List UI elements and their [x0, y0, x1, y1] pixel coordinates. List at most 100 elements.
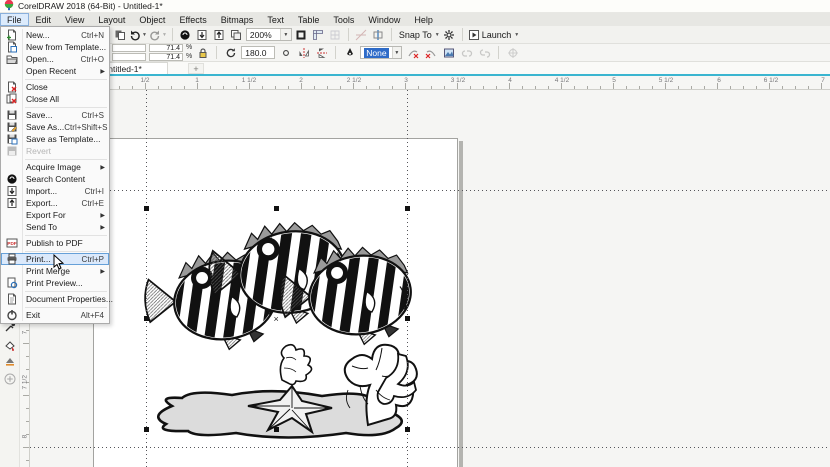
ruler-tick	[600, 86, 601, 89]
ruler-tick	[587, 86, 588, 89]
add-tool-plus[interactable]	[3, 372, 17, 386]
menu-help[interactable]: Help	[407, 13, 440, 26]
scale-x-field[interactable]: 71.4	[149, 44, 183, 52]
search-content-icon[interactable]	[178, 27, 193, 42]
import-icon[interactable]	[195, 27, 210, 42]
selection-handle[interactable]	[274, 426, 279, 432]
menu-text[interactable]: Text	[260, 13, 291, 26]
selection-center-mark[interactable]: ×	[274, 314, 279, 323]
menu-window[interactable]: Window	[361, 13, 407, 26]
menu-bitmaps[interactable]: Bitmaps	[214, 13, 261, 26]
ruler-label: 1/2	[140, 77, 150, 84]
export-icon[interactable]	[212, 27, 227, 42]
chevron-down-icon[interactable]: ▼	[279, 29, 291, 40]
menu-layout[interactable]: Layout	[91, 13, 132, 26]
file-menu-item-new-from-template[interactable]: New from Template...	[1, 41, 109, 53]
rotation-angle-field[interactable]: 180.0	[241, 46, 276, 59]
launch-button[interactable]: Launch ▼	[468, 27, 519, 42]
shortcut: Ctrl+Shift+S	[64, 122, 108, 132]
file-menu-item-print-merge[interactable]: Print Merge ▶	[1, 265, 109, 277]
vertical-guideline[interactable]	[146, 90, 147, 467]
file-menu-item-search-content[interactable]: Search Content	[1, 173, 109, 185]
smart-fill-tool[interactable]	[3, 338, 17, 352]
menu-separator	[25, 78, 107, 80]
file-menu-item-save[interactable]: Save... Ctrl+S	[1, 109, 109, 121]
menu-view[interactable]: View	[58, 13, 91, 26]
file-menu-item-close-all[interactable]: Close All	[1, 93, 109, 105]
menu-effects[interactable]: Effects	[172, 13, 213, 26]
file-menu-item-open-recent[interactable]: Open Recent ▶	[1, 65, 109, 77]
export-for-icon[interactable]	[229, 27, 244, 42]
file-menu-item-acquire-image[interactable]: Acquire Image ▶	[1, 161, 109, 173]
separator	[171, 28, 173, 41]
file-menu-item-print[interactable]: Print... Ctrl+P	[1, 253, 109, 265]
vertical-guideline[interactable]	[407, 90, 408, 467]
file-menu-item-save-as-template[interactable]: Save as Template...	[1, 133, 109, 145]
link-right-button[interactable]	[477, 45, 492, 60]
lock-ratio-icon[interactable]	[195, 45, 210, 60]
selection-handle[interactable]	[143, 205, 149, 211]
ruler-tick	[275, 86, 276, 89]
object-size-fields[interactable]	[112, 44, 146, 61]
degree-icon	[278, 45, 293, 60]
dynamic-guides-icon[interactable]	[354, 27, 369, 42]
menu-edit[interactable]: Edit	[29, 13, 59, 26]
target-button[interactable]	[505, 45, 520, 60]
show-rulers-icon[interactable]	[311, 27, 326, 42]
remove-end-button[interactable]	[423, 45, 438, 60]
link-left-button[interactable]	[459, 45, 474, 60]
menu-tools[interactable]: Tools	[326, 13, 361, 26]
options-gear-icon[interactable]	[442, 27, 457, 42]
ruler-tick	[808, 86, 809, 89]
outline-width-combo[interactable]: None ▼	[360, 46, 403, 59]
zoom-level-combo[interactable]: 200% ▼	[245, 28, 292, 41]
file-menu-item-document-properties[interactable]: Document Properties...	[1, 293, 113, 305]
ruler-tick	[626, 86, 627, 89]
interactive-fill-tool[interactable]	[3, 354, 17, 368]
menu-file[interactable]: File	[0, 13, 29, 26]
selection-handle[interactable]	[143, 316, 149, 321]
remove-start-button[interactable]	[405, 45, 420, 60]
shortcut: Ctrl+E	[81, 198, 104, 208]
file-menu-item-send-to[interactable]: Send To ▶	[1, 221, 109, 233]
show-grid-icon[interactable]	[328, 27, 343, 42]
redo-icon[interactable]: ▼	[149, 27, 167, 42]
file-menu-item-import[interactable]: Import... Ctrl+I	[1, 185, 109, 197]
bitmap-button[interactable]	[441, 45, 456, 60]
horizontal-ruler[interactable]: 1/2 1 1 1/2 2 2 1/2 3 3 1/2 4 4 1/2 5 5 1/2 6 6 1/2 7	[28, 76, 830, 90]
file-menu-item-print-preview[interactable]: Print Preview...	[1, 277, 109, 289]
object-height-field[interactable]	[112, 53, 146, 61]
object-width-field[interactable]	[112, 44, 146, 52]
selection-handle[interactable]	[404, 316, 410, 321]
alignment-guides-icon[interactable]	[371, 27, 386, 42]
undo-icon[interactable]: ▼	[129, 27, 147, 42]
file-menu-item-revert[interactable]: Revert	[1, 145, 109, 157]
selection-handle[interactable]	[404, 205, 410, 211]
mirror-horizontal-button[interactable]	[296, 45, 311, 60]
paste-icon[interactable]	[112, 27, 127, 42]
selection-handle[interactable]	[404, 426, 410, 432]
selection-handle[interactable]	[143, 426, 149, 432]
horizontal-guideline[interactable]	[30, 447, 830, 448]
file-menu-item-new[interactable]: New... Ctrl+N	[1, 29, 109, 41]
menu-table[interactable]: Table	[291, 13, 327, 26]
mirror-vertical-button[interactable]	[314, 45, 329, 60]
drawing-canvas[interactable]: ×	[30, 90, 830, 467]
file-menu-item-save-as[interactable]: Save As... Ctrl+Shift+S	[1, 121, 109, 133]
fullscreen-preview-icon[interactable]	[294, 27, 309, 42]
file-menu-item-close[interactable]: Close	[1, 81, 109, 93]
file-menu-item-export[interactable]: Export... Ctrl+E	[1, 197, 109, 209]
file-menu-item-publish-to-pdf[interactable]: PDF Publish to PDF	[1, 237, 109, 249]
file-menu-item-export-for[interactable]: Export For ▶	[1, 209, 109, 221]
selection-handle[interactable]	[274, 205, 279, 211]
chevron-down-icon[interactable]: ▼	[391, 47, 402, 58]
scale-y-field[interactable]: 71.4	[149, 53, 183, 61]
new-tab-button[interactable]: +	[188, 63, 204, 74]
horizontal-guideline[interactable]	[30, 190, 830, 191]
snap-to-button[interactable]: Snap To ▼	[397, 27, 440, 42]
file-menu-item-open[interactable]: Open... Ctrl+O	[1, 53, 109, 65]
menu-object[interactable]: Object	[132, 13, 172, 26]
scale-factor-fields[interactable]: 71.4 71.4	[149, 44, 183, 61]
file-menu-item-exit[interactable]: Exit Alt+F4	[1, 309, 109, 321]
document-page	[93, 138, 458, 467]
